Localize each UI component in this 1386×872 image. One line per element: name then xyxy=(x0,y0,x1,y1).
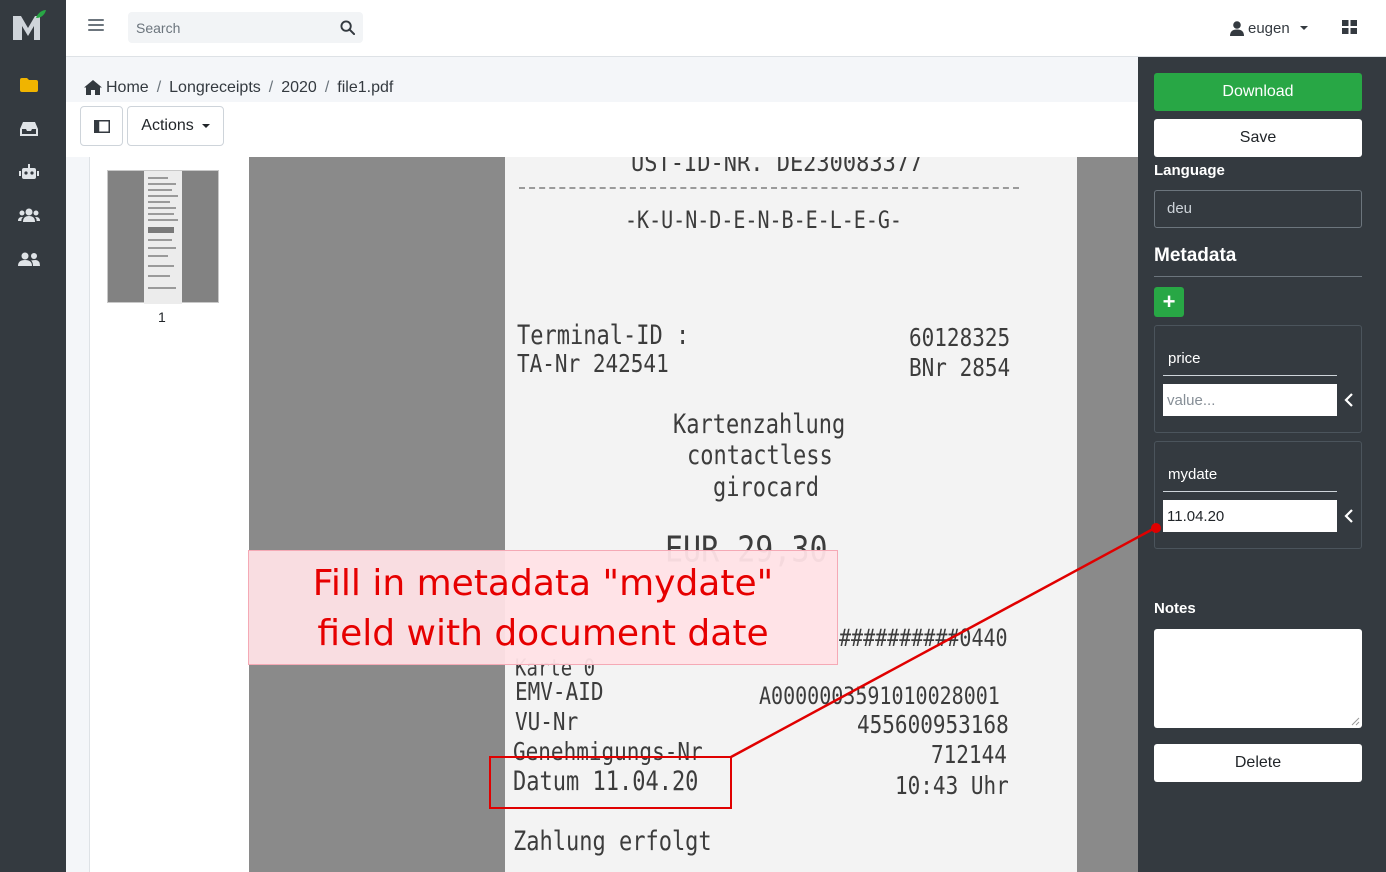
receipt-payment-type: Kartenzahlung xyxy=(673,410,846,440)
user-icon xyxy=(1230,20,1244,36)
metadata-panel: Download Save Language deu Metadata + pr… xyxy=(1138,57,1386,872)
metadata-value-input[interactable] xyxy=(1163,500,1337,532)
users-icon[interactable] xyxy=(18,206,40,224)
metadata-value-input[interactable] xyxy=(1163,384,1337,416)
receipt-time: 10:43 Uhr xyxy=(895,771,1009,800)
chevron-left-icon[interactable] xyxy=(1343,392,1355,408)
thumbnail-page-number: 1 xyxy=(158,309,166,325)
breadcrumb-separator: / xyxy=(156,78,162,96)
user-name: eugen xyxy=(1248,19,1290,37)
receipt-status: Zahlung erfolgt xyxy=(513,827,712,857)
receipt-terminal-label: Terminal-ID : xyxy=(517,321,690,351)
breadcrumb: Home / Longreceipts / 2020 / file1.pdf xyxy=(80,73,1138,102)
add-metadata-button[interactable]: + xyxy=(1154,287,1184,317)
date-highlight-box xyxy=(489,756,732,809)
receipt-ta-number: TA-Nr 242541 xyxy=(517,349,669,378)
language-field[interactable]: deu xyxy=(1154,190,1362,228)
user-group-icon[interactable] xyxy=(18,250,40,268)
sidebar-toggle-icon xyxy=(93,119,110,133)
search-icon[interactable] xyxy=(340,20,355,35)
metadata-key[interactable]: mydate xyxy=(1163,466,1337,492)
receipt-heading: -K-U-N-D-E-N-B-E-L-E-G- xyxy=(625,205,902,234)
page-thumbnail[interactable] xyxy=(107,170,219,304)
metadata-title: Metadata xyxy=(1154,245,1237,266)
metadata-field-mydate: mydate xyxy=(1154,441,1362,549)
breadcrumb-year[interactable]: 2020 xyxy=(281,79,317,97)
top-navbar: eugen xyxy=(66,0,1386,57)
receipt-approval-value: 712144 xyxy=(931,740,1007,769)
actions-dropdown[interactable]: Actions xyxy=(127,106,224,146)
chevron-down-icon xyxy=(201,124,210,128)
receipt-card-number: ##########0440 xyxy=(839,623,1008,652)
chevron-left-icon[interactable] xyxy=(1343,508,1355,524)
search-box xyxy=(128,12,363,43)
logo-icon[interactable] xyxy=(10,8,46,44)
breadcrumb-file: file1.pdf xyxy=(337,78,394,96)
notes-textarea[interactable] xyxy=(1154,629,1362,728)
download-button[interactable]: Download xyxy=(1154,73,1362,111)
receipt-terminal-value: 60128325 xyxy=(909,323,1011,352)
instruction-callout: Fill in metadata "mydate" field with doc… xyxy=(248,550,838,665)
menu-icon[interactable] xyxy=(88,19,104,33)
icon-sidebar xyxy=(0,0,66,872)
receipt-vu-value: 455600953168 xyxy=(857,710,1009,739)
document-toolbar: Actions xyxy=(66,102,1138,157)
metadata-key[interactable]: price xyxy=(1163,350,1337,376)
home-icon[interactable] xyxy=(84,80,102,95)
receipt-vu-label: VU-Nr xyxy=(515,707,579,736)
language-label: Language xyxy=(1154,162,1225,179)
resize-handle-icon[interactable] xyxy=(1350,716,1360,726)
inbox-icon[interactable] xyxy=(18,120,40,138)
toggle-thumbnails-button[interactable] xyxy=(80,106,123,146)
breadcrumb-home[interactable]: Home xyxy=(106,79,149,97)
chevron-down-icon xyxy=(1299,26,1308,30)
receipt-payment-mode: contactless xyxy=(687,441,833,471)
callout-line-1: Fill in metadata "mydate" xyxy=(312,563,774,604)
user-menu[interactable]: eugen xyxy=(1230,17,1308,39)
divider xyxy=(1154,276,1362,277)
apps-icon[interactable] xyxy=(1342,20,1357,34)
notes-label: Notes xyxy=(1154,600,1196,617)
breadcrumb-longreceipts[interactable]: Longreceipts xyxy=(169,79,261,97)
breadcrumb-separator: / xyxy=(324,78,330,96)
robot-icon[interactable] xyxy=(18,163,40,181)
receipt-emv-value: A0000003591010028001 xyxy=(759,681,1000,710)
receipt-card-type: girocard xyxy=(713,473,819,503)
receipt-top-line: UST-ID-NR. DE230083377 xyxy=(631,157,923,178)
receipt-emv-label: EMV-AID xyxy=(515,677,604,706)
callout-line-2: field with document date xyxy=(317,613,769,654)
receipt-bnr: BNr 2854 xyxy=(909,353,1011,382)
breadcrumb-separator: / xyxy=(268,78,274,96)
delete-button[interactable]: Delete xyxy=(1154,744,1362,782)
save-button[interactable]: Save xyxy=(1154,119,1362,157)
folder-icon[interactable] xyxy=(18,76,40,94)
metadata-field-price: price xyxy=(1154,325,1362,433)
actions-label: Actions xyxy=(141,117,194,134)
search-input[interactable] xyxy=(128,12,328,43)
